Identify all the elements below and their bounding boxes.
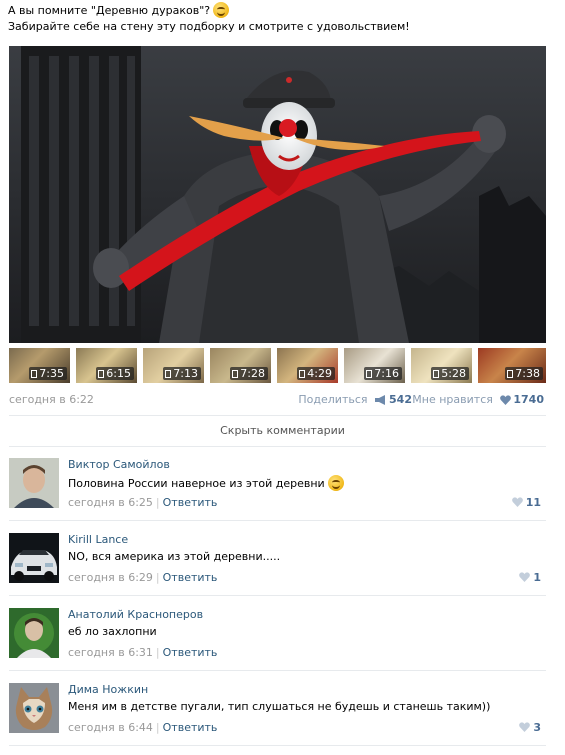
comment-like-count: 3 (533, 721, 541, 734)
film-icon (507, 370, 514, 378)
like-label: Мне нравится (412, 393, 493, 406)
divider (9, 520, 546, 521)
heart-icon (511, 497, 523, 507)
divider (9, 595, 546, 596)
video-thumbnails: 7:35 6:15 7:13 7:28 4:29 7:16 5:28 7:38 (9, 348, 546, 383)
video-thumb-3[interactable]: 7:13 (143, 348, 204, 383)
video-thumb-7[interactable]: 5:28 (411, 348, 472, 383)
avatar-image (9, 608, 59, 658)
comment-time[interactable]: сегодня в 6:29 (68, 571, 153, 584)
avatar[interactable] (9, 533, 59, 583)
post-date[interactable]: сегодня в 6:22 (9, 393, 94, 406)
post-title-text: А вы помните "Деревню дураков"? (8, 4, 211, 17)
film-icon (98, 370, 105, 378)
comment-author[interactable]: Дима Ножкин (68, 683, 148, 696)
divider (9, 415, 546, 416)
video-thumb-4[interactable]: 7:28 (210, 348, 271, 383)
divider (9, 446, 546, 447)
video-thumb-5[interactable]: 4:29 (277, 348, 338, 383)
film-icon (232, 370, 239, 378)
film-icon (31, 370, 38, 378)
comment-like-count: 11 (525, 496, 541, 509)
video-duration: 7:35 (29, 367, 67, 380)
video-duration: 7:13 (163, 367, 201, 380)
reply-link[interactable]: Ответить (163, 496, 218, 509)
heart-icon (519, 722, 531, 732)
comment-text: еб ло захлопни (68, 625, 157, 638)
comment-time[interactable]: сегодня в 6:31 (68, 646, 153, 659)
comment-like-button[interactable]: 11 (511, 496, 541, 509)
video-thumb-8[interactable]: 7:38 (478, 348, 546, 383)
divider (9, 670, 546, 671)
avatar[interactable] (9, 683, 59, 733)
video-duration: 4:29 (297, 367, 335, 380)
film-icon (299, 370, 306, 378)
video-thumb-1[interactable]: 7:35 (9, 348, 70, 383)
share-button[interactable]: Поделиться 542 (298, 393, 412, 406)
post-text-line-1: А вы помните "Деревню дураков"? (8, 2, 558, 19)
share-count: 542 (389, 393, 412, 406)
like-count: 1740 (513, 393, 544, 406)
like-button[interactable]: Мне нравится 1740 (412, 393, 544, 406)
comment-like-count: 1 (533, 571, 541, 584)
comment-info: сегодня в 6:25 | Ответить (68, 496, 217, 509)
hide-comments-link[interactable]: Скрыть комментарии (0, 424, 565, 437)
separator-bar: | (155, 721, 160, 734)
reply-link[interactable]: Ответить (163, 721, 218, 734)
heart-icon (500, 395, 512, 405)
avatar[interactable] (9, 458, 59, 508)
heart-icon (519, 572, 531, 582)
comment-text: Меня им в детстве пугали, тип слушаться … (68, 700, 491, 713)
clown-photo-illustration (9, 46, 546, 343)
video-duration: 6:15 (96, 367, 134, 380)
divider (9, 745, 546, 746)
smile-emoji-icon (213, 2, 230, 18)
separator-bar: | (155, 496, 160, 509)
comment-time[interactable]: сегодня в 6:25 (68, 496, 153, 509)
film-icon (165, 370, 172, 378)
video-duration: 7:38 (505, 367, 543, 380)
avatar-image (9, 533, 59, 583)
comment-author[interactable]: Виктор Самойлов (68, 458, 170, 471)
video-duration: 5:28 (431, 367, 469, 380)
separator-bar: | (155, 646, 160, 659)
video-thumb-6[interactable]: 7:16 (344, 348, 405, 383)
avatar[interactable] (9, 608, 59, 658)
film-icon (366, 370, 373, 378)
comment-time[interactable]: сегодня в 6:44 (68, 721, 153, 734)
comment-like-button[interactable]: 1 (519, 571, 541, 584)
megaphone-icon (375, 395, 386, 405)
comment-text: NO, вся америка из этой деревни..... (68, 550, 281, 563)
post-meta: сегодня в 6:22 Поделиться 542 Мне нравит… (9, 393, 544, 407)
comment-author[interactable]: Kirill Lance (68, 533, 128, 546)
reply-link[interactable]: Ответить (163, 646, 218, 659)
reply-link[interactable]: Ответить (163, 571, 218, 584)
comment-info: сегодня в 6:31 | Ответить (68, 646, 217, 659)
comment-text: Половина России наверное из этой деревни (68, 475, 344, 491)
share-label: Поделиться (298, 393, 368, 406)
video-duration: 7:28 (230, 367, 268, 380)
separator-bar: | (155, 571, 160, 584)
avatar-image (9, 458, 59, 508)
comment-info: сегодня в 6:44 | Ответить (68, 721, 217, 734)
video-thumb-2[interactable]: 6:15 (76, 348, 137, 383)
post-text-line-2: Забирайте себе на стену эту подборку и с… (8, 20, 410, 33)
avatar-image (9, 683, 59, 733)
post-photo[interactable] (9, 46, 546, 343)
film-icon (433, 370, 440, 378)
comment-info: сегодня в 6:29 | Ответить (68, 571, 217, 584)
comment-like-button[interactable]: 3 (519, 721, 541, 734)
smile-emoji-icon (327, 475, 344, 491)
post-text: А вы помните "Деревню дураков"? Забирайт… (8, 2, 558, 35)
video-duration: 7:16 (364, 367, 402, 380)
comment-author[interactable]: Анатолий Красноперов (68, 608, 203, 621)
